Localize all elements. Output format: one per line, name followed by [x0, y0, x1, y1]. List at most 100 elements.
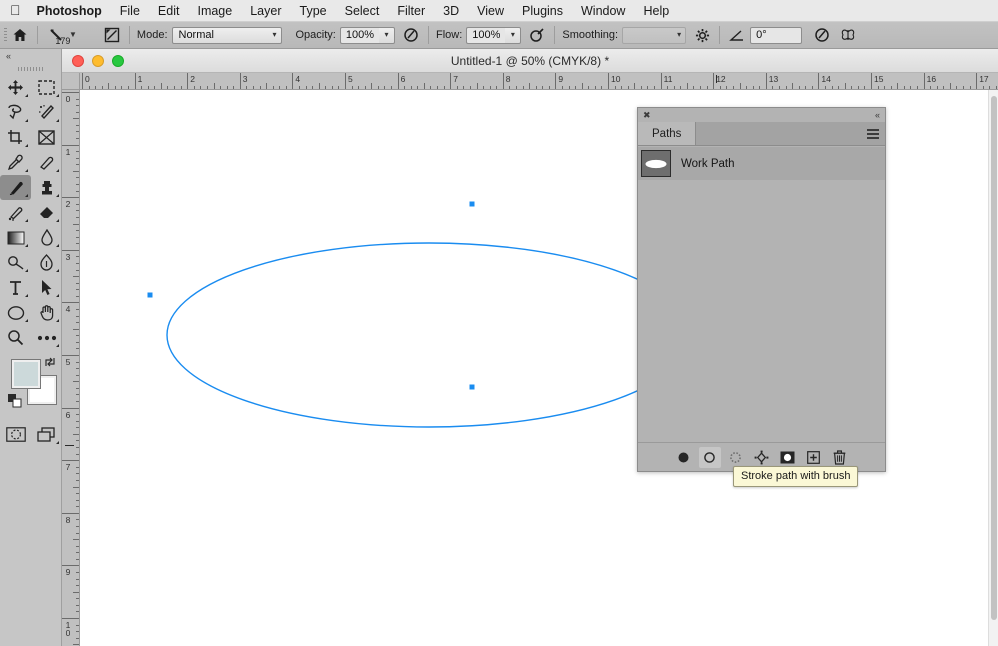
apple-logo-icon[interactable]: : [10, 3, 21, 19]
collapse-to-icons-icon[interactable]: «: [875, 110, 880, 120]
pressure-controls-opacity-icon[interactable]: [401, 25, 421, 45]
vertical-scrollbar[interactable]: [988, 90, 998, 646]
tooltip: Stroke path with brush: [733, 466, 859, 487]
opacity-field-group[interactable]: 100% ▾: [339, 26, 395, 44]
panel-menu-icon[interactable]: [867, 129, 879, 139]
eyedropper-tool[interactable]: [0, 150, 31, 175]
eraser-tool[interactable]: [31, 200, 62, 225]
vertical-ruler[interactable]: 012345678910: [62, 90, 80, 646]
macos-menu-bar:  Photoshop File Edit Image Layer Type S…: [0, 0, 998, 22]
path-selection-tool[interactable]: [31, 275, 62, 300]
blend-mode-value: Normal: [178, 29, 214, 41]
frame-tool[interactable]: [31, 125, 62, 150]
menu-item-3d[interactable]: 3D: [443, 4, 459, 18]
vertical-scrollbar-thumb[interactable]: [991, 96, 997, 620]
healing-brush-tool[interactable]: [31, 150, 62, 175]
flow-stepper[interactable]: ▾: [505, 26, 522, 44]
edit-toolbar-ellipsis-icon[interactable]: [31, 325, 62, 350]
type-tool[interactable]: [0, 275, 31, 300]
crop-tool[interactable]: [0, 125, 31, 150]
menu-item-type[interactable]: Type: [300, 4, 327, 18]
menu-item-file[interactable]: File: [120, 4, 140, 18]
horizontal-ruler-cursor-marker: [715, 75, 717, 83]
vertical-ruler-cursor-marker: [65, 445, 74, 447]
color-swatches: [0, 356, 61, 418]
paths-panel-header: ✖ «: [638, 108, 885, 122]
flow-label: Flow:: [436, 29, 463, 41]
swap-colors-icon[interactable]: [43, 356, 57, 371]
menu-item-plugins[interactable]: Plugins: [522, 4, 563, 18]
rectangular-marquee-tool[interactable]: [31, 75, 62, 100]
paths-list[interactable]: Work Path: [638, 147, 885, 442]
ellipse-path-thumbnail: [641, 150, 671, 177]
stroke-path-with-brush-button[interactable]: [698, 446, 721, 468]
history-brush-tool[interactable]: [0, 200, 31, 225]
tab-paths[interactable]: Paths: [638, 122, 697, 145]
flow-value[interactable]: 100%: [466, 26, 506, 44]
photoshop-window:  Photoshop File Edit Image Layer Type S…: [0, 0, 998, 646]
add-layer-mask-button[interactable]: [777, 447, 799, 468]
make-work-path-from-selection-button[interactable]: [751, 447, 773, 468]
symmetry-butterfly-icon[interactable]: [838, 25, 858, 45]
menu-item-select[interactable]: Select: [345, 4, 380, 18]
tab-paths-label: Paths: [652, 127, 682, 140]
menu-item-view[interactable]: View: [477, 4, 504, 18]
gear-icon[interactable]: [692, 25, 712, 45]
collapse-panel-icon[interactable]: «: [0, 49, 61, 63]
path-row-work-path[interactable]: Work Path: [638, 147, 885, 180]
menu-item-window[interactable]: Window: [581, 4, 625, 18]
load-path-as-selection-button[interactable]: [725, 447, 747, 468]
screen-mode-icon[interactable]: [31, 422, 62, 447]
close-icon[interactable]: ✖: [643, 110, 651, 120]
left-anchor-point[interactable]: [147, 292, 153, 298]
dodge-tool[interactable]: [0, 250, 31, 275]
foreground-color-swatch[interactable]: [11, 359, 41, 389]
pen-tool[interactable]: [31, 250, 62, 275]
bottom-anchor-point[interactable]: [469, 384, 475, 390]
move-tool[interactable]: [0, 75, 31, 100]
menu-item-filter[interactable]: Filter: [397, 4, 425, 18]
home-icon[interactable]: [10, 25, 30, 45]
toolbar-bottom-buttons: [0, 422, 61, 447]
brush-angle-value[interactable]: 0°: [750, 26, 803, 44]
smoothing-select[interactable]: ▾: [622, 26, 687, 44]
magic-wand-tool[interactable]: [31, 100, 62, 125]
delete-path-button[interactable]: [829, 447, 851, 468]
separator: [37, 26, 38, 44]
default-colors-icon[interactable]: [8, 394, 22, 413]
fill-path-button[interactable]: [673, 447, 695, 468]
menu-item-help[interactable]: Help: [643, 4, 669, 18]
blur-droplet-tool[interactable]: [31, 225, 62, 250]
hand-tool[interactable]: [31, 300, 62, 325]
pressure-controls-size-icon[interactable]: [812, 25, 832, 45]
zoom-tool[interactable]: [0, 325, 31, 350]
create-new-path-button[interactable]: [803, 447, 825, 468]
opacity-label: Opacity:: [295, 29, 336, 41]
brush-size-label: 179: [55, 35, 71, 46]
quick-mask-icon[interactable]: [0, 422, 31, 447]
menu-item-edit[interactable]: Edit: [158, 4, 180, 18]
brush-tool[interactable]: [0, 175, 31, 200]
top-anchor-point[interactable]: [469, 201, 475, 207]
toolbar-grip[interactable]: [0, 63, 61, 75]
flow-field-group[interactable]: 100% ▾: [466, 26, 522, 44]
paths-panel: ✖ « Paths Work Path: [637, 107, 886, 472]
menu-item-image[interactable]: Image: [197, 4, 232, 18]
lasso-tool[interactable]: [0, 100, 31, 125]
airbrush-icon[interactable]: [527, 25, 547, 45]
opacity-stepper[interactable]: ▾: [379, 26, 395, 44]
clone-stamp-tool[interactable]: [31, 175, 62, 200]
path-name-label: Work Path: [681, 157, 735, 170]
gradient-tool[interactable]: [0, 225, 31, 250]
mode-label: Mode:: [136, 29, 168, 41]
ellipse-tool[interactable]: [0, 300, 31, 325]
blend-mode-select[interactable]: Normal ▾: [171, 26, 282, 44]
brush-size-label-wrap: 179: [46, 35, 80, 46]
ruler-corner[interactable]: [62, 73, 80, 90]
options-bar-grip[interactable]: [0, 22, 10, 49]
menu-app-name[interactable]: Photoshop: [37, 4, 102, 18]
horizontal-ruler[interactable]: 0 1 2 3 4 5 6 7 8 9 10 11 12 13 14 15 16 17: [80, 73, 998, 90]
menu-item-layer[interactable]: Layer: [250, 4, 281, 18]
brush-settings-panel-icon[interactable]: [102, 25, 122, 45]
opacity-value[interactable]: 100%: [339, 26, 379, 44]
